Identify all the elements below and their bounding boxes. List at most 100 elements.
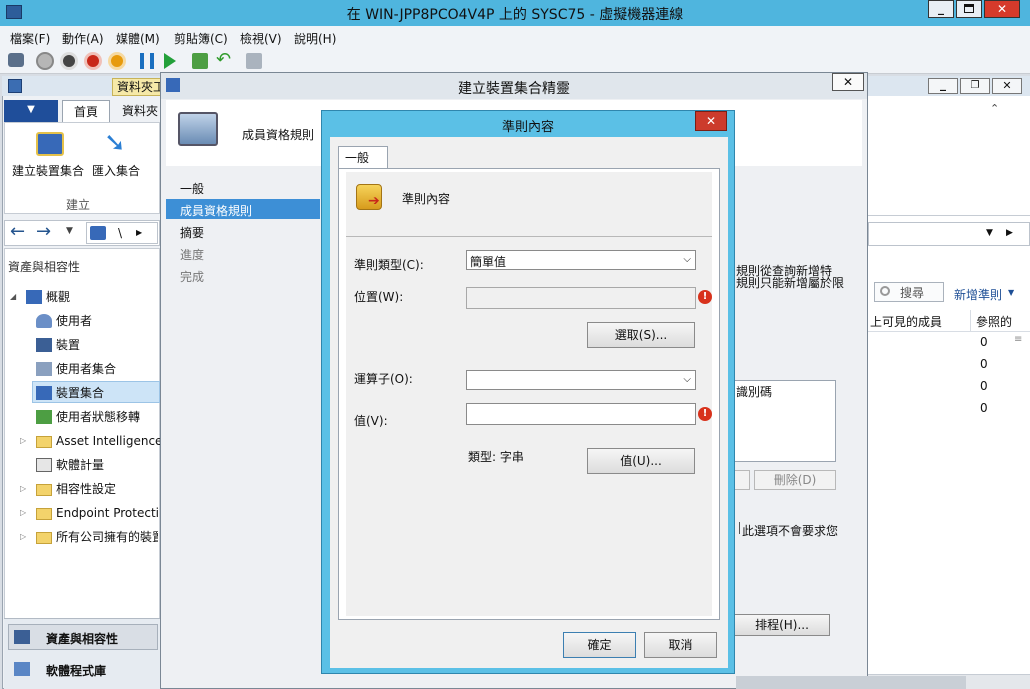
cancel-button[interactable]: 取消 [644,632,717,658]
wunderbar-software-library[interactable]: 軟體程式庫 [46,662,106,679]
grid-column-referenced[interactable]: 參照的 [976,313,1012,330]
value-label: 值(V): [354,414,388,428]
membership-rules-partial-button[interactable] [734,470,750,490]
main-address-expand-icon[interactable]: ▶ [1006,228,1013,238]
dialog-close-button[interactable]: ✕ [695,111,727,131]
membership-rules-list-header[interactable]: 識別碼 [736,383,772,400]
import-collection-button[interactable]: 匯入集合 [92,162,140,179]
devices-icon [36,338,52,352]
wizard-note-text: 此選項不會要求您 [742,524,839,538]
path-expand-icon[interactable]: ▶ [136,228,142,237]
vm-title-bar: 在 WIN-JPP8PCO4V4P 上的 SYSC75 - 虛擬機器連線 _ ✕ [0,0,1030,26]
wizard-step-general[interactable]: 一般 [180,180,204,197]
type-text: 類型: 字串 [468,450,524,464]
dialog-heading: 準則內容 [402,192,451,206]
minimize-button[interactable]: _ [928,0,954,18]
wizard-close-button[interactable]: ✕ [832,73,864,91]
tree-collapse-arrow[interactable]: ▷ [20,532,26,541]
add-criteria-dropdown-icon[interactable]: ▼ [1008,288,1014,297]
revert-icon[interactable]: ↶ [216,51,231,69]
start-icon[interactable] [36,52,54,70]
maximize-icon [964,4,974,13]
tree-item-software-metering[interactable]: 軟體計量 [56,454,104,476]
ribbon-tab-home[interactable]: 首頁 [62,100,110,123]
enhanced-session-icon[interactable] [246,53,262,69]
vm-menu-bar: 檔案(F) 動作(A) 媒體(M) 剪貼簿(C) 檢視(V) 說明(H) [0,26,1030,48]
menu-view[interactable]: 檢視(V) [240,30,282,47]
pause-icon[interactable] [140,53,154,69]
value-field[interactable] [466,403,696,425]
grid-resize-handle-icon[interactable]: ≡ [1014,334,1022,345]
menu-clipboard[interactable]: 剪貼簿(C) [174,30,228,47]
criterion-type-label: 準則類型(C): [354,258,424,272]
shutdown-icon[interactable] [84,52,102,70]
criterion-type-select[interactable]: 簡單值 ⌵ [466,250,696,270]
ok-button[interactable]: 確定 [563,632,636,658]
tree-item-endpoint-protection[interactable]: Endpoint Protection [56,502,158,524]
console-minimize-button[interactable]: _ [928,78,958,94]
user-collections-icon [36,362,52,376]
ribbon-tab-folder[interactable]: 資料夾 [118,100,162,122]
tree-collapse-arrow[interactable]: ▷ [20,436,26,445]
assets-compliance-icon [14,630,30,644]
tree-item-user-state-migration[interactable]: 使用者狀態移轉 [56,406,140,428]
wunderbar-assets-compliance[interactable]: 資產與相容性 [46,630,118,647]
grid-cell: 0 [980,357,988,371]
overview-icon [26,290,42,304]
main-address-dropdown-icon[interactable]: ▼ [986,228,993,238]
create-device-collection-button[interactable]: 建立裝置集合 [12,162,84,179]
horizontal-scrollbar-thumb[interactable] [736,676,966,689]
history-dropdown-icon[interactable]: ▼ [66,226,73,236]
console-close-button[interactable]: ✕ [992,78,1022,94]
menu-file[interactable]: 檔案(F) [10,30,50,47]
ctrl-alt-del-icon[interactable] [8,53,24,67]
operator-select[interactable]: ⌵ [466,370,696,390]
tab-general[interactable]: 一般 [338,146,388,169]
grid-cell: 0 [980,335,988,349]
schedule-button[interactable]: 排程(H)... [734,614,830,636]
menu-action[interactable]: 動作(A) [62,30,104,47]
add-criteria-link[interactable]: 新增準則 [954,286,1002,303]
tree-expand-arrow[interactable]: ◢ [10,292,16,301]
tree-item-users[interactable]: 使用者 [56,310,92,332]
tree-item-asset-intelligence[interactable]: Asset Intelligence [56,430,162,452]
ribbon-menu-button[interactable]: ▼ [4,100,58,122]
value-button[interactable]: 值(U)... [587,448,695,474]
menu-media[interactable]: 媒體(M) [116,30,160,47]
search-button-label[interactable]: 搜尋 [900,284,924,301]
tree-item-compliance-settings[interactable]: 相容性設定 [56,478,116,500]
turn-off-icon[interactable] [60,52,78,70]
console-restore-button[interactable]: ❐ [960,78,990,94]
user-state-migration-icon [36,410,52,424]
ribbon-group-label: 建立 [66,198,91,212]
select-button[interactable]: 選取(S)... [587,322,695,348]
save-state-icon[interactable] [108,52,126,70]
compliance-settings-folder-icon [36,484,52,496]
wizard-step-summary[interactable]: 摘要 [180,224,204,241]
search-icon [880,286,890,296]
tree-collapse-arrow[interactable]: ▷ [20,508,26,517]
grid-column-visible-members[interactable]: 上可見的成員 [870,313,942,330]
tree-item-company-owned-devices[interactable]: 所有公司擁有的裝置 [56,526,158,548]
software-metering-icon [36,458,52,472]
tree-item-device-collections[interactable]: 裝置集合 [56,382,104,404]
maximize-button[interactable] [956,0,982,18]
forward-arrow-icon[interactable]: → [36,222,51,242]
wizard-title: 建立裝置集合精靈 [458,81,570,97]
tab-page-inner [346,172,712,616]
resume-icon[interactable] [164,53,176,69]
tree-collapse-arrow[interactable]: ▷ [20,484,26,493]
company-owned-devices-folder-icon [36,532,52,544]
back-arrow-icon[interactable]: ← [10,222,25,242]
dialog-separator [346,236,712,237]
checkpoint-icon[interactable] [192,53,208,69]
tree-item-user-collections[interactable]: 使用者集合 [56,358,116,380]
tree-item-devices[interactable]: 裝置 [56,334,80,356]
location-field[interactable] [466,287,696,309]
ribbon-collapse-icon[interactable]: ⌃ [990,102,999,115]
menu-help[interactable]: 說明(H) [294,30,336,47]
tree-item-overview[interactable]: 概觀 [46,286,70,308]
wizard-step-membership-rules[interactable]: 成員資格規則 [180,202,252,219]
close-button[interactable]: ✕ [984,0,1020,18]
remove-rule-button[interactable]: 刪除(D) [754,470,836,490]
